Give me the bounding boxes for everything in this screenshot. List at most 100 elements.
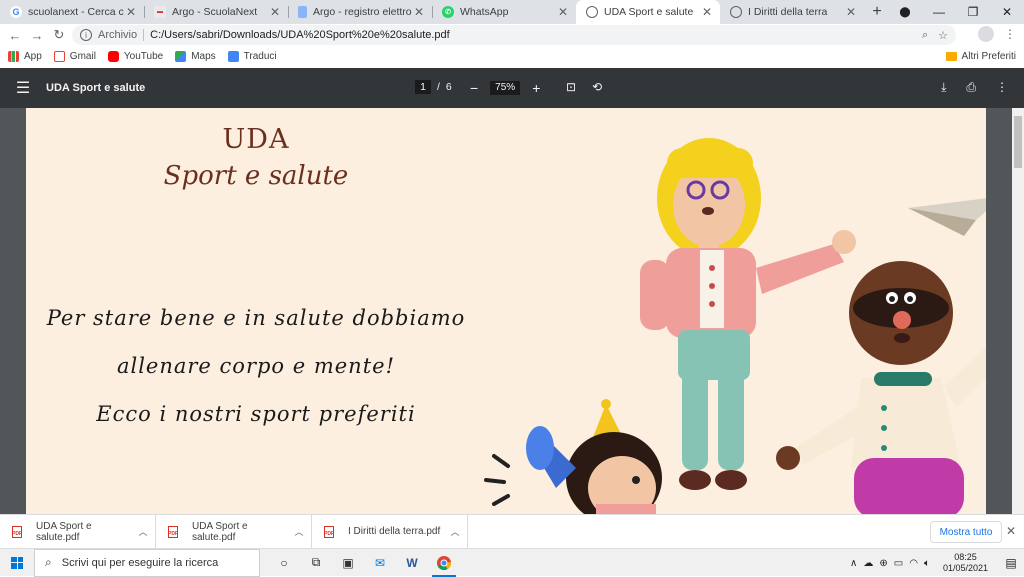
more-options-icon[interactable]: ⋮ (996, 80, 1008, 95)
other-bookmarks[interactable]: Altri Preferiti (945, 51, 1016, 62)
download-filename: I Diritti della terra.pdf (348, 526, 441, 537)
back-icon[interactable]: ← (4, 28, 26, 43)
browser-toolbar: ← → ↻ i Archivio C:/Users/sabri/Download… (0, 24, 1024, 46)
volume-icon[interactable]: 🔈︎ (924, 558, 930, 569)
bookmarks-bar: App Gmail YouTube Maps Traduci Altri Pre… (0, 46, 1024, 66)
fit-controls: ⊡ ⟲ (566, 80, 602, 94)
close-tab-icon[interactable]: ✕ (844, 5, 858, 19)
chevron-up-icon[interactable]: ︿ (287, 525, 311, 538)
reload-icon[interactable]: ↻ (48, 27, 70, 43)
total-pages: 6 (445, 81, 452, 93)
clock[interactable]: 08:25 01/05/2021 (943, 552, 988, 574)
close-downloads-icon[interactable]: ✕ (1006, 524, 1016, 538)
scheme-label: Archivio (98, 29, 138, 41)
chevron-up-icon[interactable]: ︿ (131, 525, 155, 538)
scrollbar-thumb[interactable] (1014, 116, 1022, 168)
tab-title: Argo - ScuolaNext (172, 6, 258, 18)
onedrive-icon[interactable]: ☁ (863, 558, 873, 569)
close-tab-icon[interactable]: ✕ (412, 5, 426, 19)
show-all-button[interactable]: Mostra tutto (930, 521, 1002, 543)
network-icon[interactable]: ⊕ (879, 558, 887, 569)
divider (143, 29, 145, 41)
print-icon[interactable]: ⎙ (966, 80, 976, 95)
tab-uda-sport[interactable]: UDA Sport e salute ✕ (576, 0, 720, 24)
page-number-input[interactable]: 1 (415, 80, 431, 94)
url-text[interactable]: C:/Users/sabri/Downloads/UDA%20Sport%20e… (150, 29, 450, 41)
taskbar-search[interactable]: ⌕ Scrivi qui per eseguire la ricerca (34, 548, 260, 577)
tab-google-search[interactable]: G scuolanext - Cerca con Goo ✕ (0, 0, 144, 24)
close-window-button[interactable]: ✕ (990, 5, 1024, 19)
tab-title: Argo - registro elettronico (313, 6, 412, 18)
apps-grid-icon (8, 50, 19, 62)
forward-icon[interactable]: → (26, 28, 48, 43)
zoom-out-button[interactable]: − (470, 80, 478, 96)
wifi-icon[interactable]: ◠ (909, 558, 918, 569)
page-separator: / (437, 81, 440, 93)
mail-icon[interactable]: ✉ (364, 549, 396, 577)
slide-body-line: Ecco i nostri sport preferiti (96, 402, 416, 426)
download-icon[interactable]: ⤓ (941, 80, 946, 95)
page-control: 1 / 6 (415, 80, 452, 94)
argo-icon: ▬ (154, 6, 166, 18)
chrome-menu-icon[interactable]: ⋮ (1004, 27, 1016, 41)
download-filename: UDA Sport e salute.pdf (36, 520, 92, 543)
tab-whatsapp[interactable]: ✆ WhatsApp ✕ (432, 0, 576, 24)
store-icon[interactable]: ▣ (332, 549, 364, 577)
avatar[interactable] (978, 26, 994, 42)
notifications-icon[interactable]: ▤ (998, 556, 1024, 570)
bookmark-gmail[interactable]: Gmail (53, 50, 96, 62)
vertical-scrollbar[interactable] (1012, 108, 1024, 514)
close-tab-icon[interactable]: ✕ (124, 5, 138, 19)
bookmark-maps[interactable]: Maps (175, 50, 216, 62)
bookmark-app[interactable]: App (8, 50, 42, 62)
zoom-in-button[interactable]: + (532, 80, 540, 96)
pdf-file-icon: PDF (324, 525, 334, 538)
tab-diritti-terra[interactable]: I Diritti della terra ✕ (720, 0, 864, 24)
globe-icon (586, 6, 598, 18)
close-tab-icon[interactable]: ✕ (268, 5, 282, 19)
windows-logo-icon (11, 556, 23, 569)
chevron-up-icon[interactable]: ︿ (443, 525, 467, 538)
tab-argo-registro[interactable]: Argo - registro elettronico ✕ (288, 0, 432, 24)
google-icon: G (10, 6, 22, 18)
address-bar[interactable]: i Archivio C:/Users/sabri/Downloads/UDA%… (72, 25, 956, 45)
task-view-icon[interactable]: ⧉ (300, 549, 332, 577)
globe-icon (730, 6, 742, 18)
cortana-icon[interactable]: ○ (268, 549, 300, 577)
zoom-input[interactable]: 75% (490, 81, 521, 95)
rotate-icon[interactable]: ⟲ (592, 80, 602, 94)
download-filename: UDA Sport e salute.pdf (192, 520, 248, 543)
star-icon[interactable]: ☆ (938, 29, 948, 42)
tab-title: I Diritti della terra (748, 6, 828, 18)
fit-page-icon[interactable]: ⊡ (566, 80, 576, 94)
zoom-search-icon[interactable]: ⌕ (922, 29, 928, 42)
tab-title: scuolanext - Cerca con Goo (28, 6, 124, 18)
word-icon[interactable]: W (396, 549, 428, 577)
slide-body-line: allenare corpo e mente! (116, 354, 396, 378)
download-item[interactable]: PDF UDA Sport e salute.pdf ︿ (0, 514, 156, 549)
bookmark-youtube[interactable]: YouTube (107, 50, 163, 62)
hamburger-menu-icon[interactable]: ☰ (0, 78, 46, 98)
download-item[interactable]: PDF UDA Sport e salute.pdf ︿ (156, 514, 312, 549)
bookmark-translate[interactable]: Traduci (227, 50, 277, 62)
tab-title: UDA Sport e salute (604, 6, 694, 18)
tab-argo-scuolanext[interactable]: ▬ Argo - ScuolaNext ✕ (144, 0, 288, 24)
close-tab-icon[interactable]: ✕ (700, 5, 714, 19)
tab-title: WhatsApp (460, 6, 509, 18)
start-button[interactable] (0, 556, 34, 569)
whatsapp-icon: ✆ (442, 6, 454, 18)
tab-search-icon[interactable]: ⬤ (888, 7, 922, 18)
info-icon[interactable]: i (80, 29, 92, 41)
youtube-icon (107, 50, 119, 62)
slide-subtitle: Sport e salute (163, 161, 349, 191)
download-item[interactable]: PDF I Diritti della terra.pdf ︿ (312, 514, 468, 549)
battery-icon[interactable]: ▭ (894, 558, 903, 569)
maximize-button[interactable]: ❐ (956, 5, 990, 19)
chrome-icon[interactable] (428, 549, 460, 577)
new-tab-button[interactable]: + (864, 0, 890, 24)
close-tab-icon[interactable]: ✕ (556, 5, 570, 19)
slide-body-line: Per stare bene e in salute dobbiamo (46, 306, 466, 330)
minimize-button[interactable]: — (922, 5, 956, 19)
pdf-file-icon: PDF (12, 525, 22, 538)
chevron-up-icon[interactable]: ∧ (850, 558, 857, 569)
